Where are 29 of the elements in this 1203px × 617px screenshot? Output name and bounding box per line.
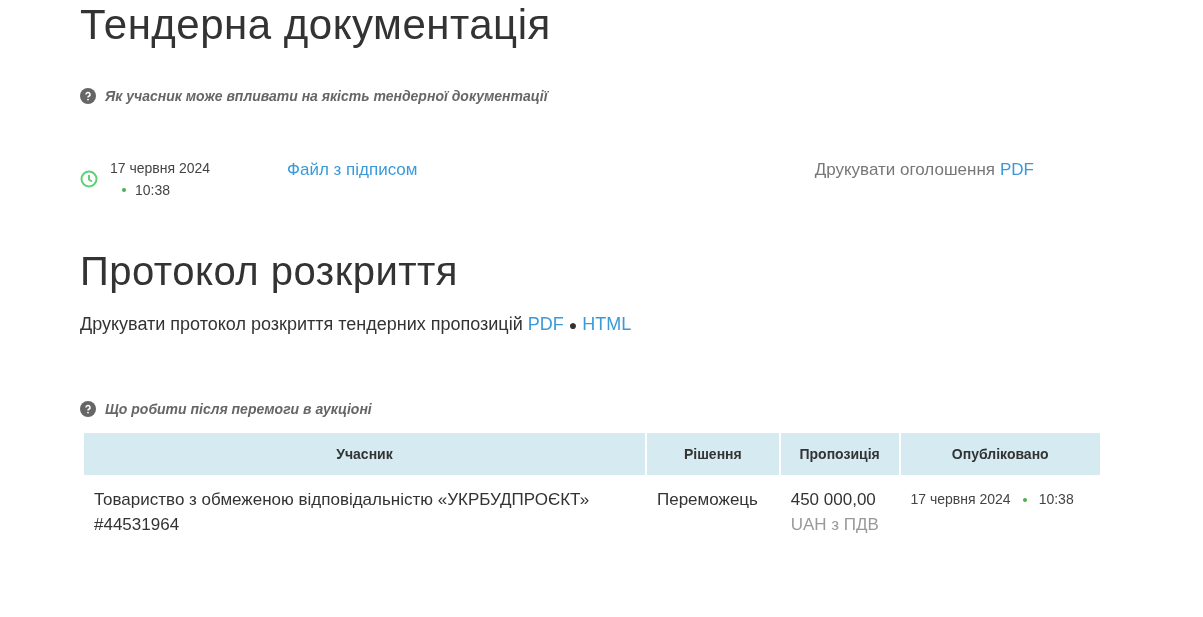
help-icon (80, 88, 96, 104)
dot-icon (122, 188, 126, 192)
published-time: 10:38 (1038, 490, 1074, 509)
column-header: Рішення (647, 433, 779, 475)
column-header: Учасник (84, 433, 645, 475)
page-title: Тендерна документація (80, 0, 552, 48)
help-icon (80, 401, 96, 417)
format-link[interactable]: PDF (527, 314, 564, 335)
print-label: Друкувати протокол розкриття тендерних пропозицій (80, 314, 523, 335)
column-header: Пропозиція (780, 433, 899, 475)
amount: 450 000,00 (790, 489, 877, 511)
document-date: 17 червня 2024 (110, 160, 211, 176)
format-link[interactable]: HTML (582, 314, 632, 335)
participant-name: Товариство з обмеженою відповідальністю «УКРБУДПРОЄКТ» (94, 489, 591, 511)
published-date: 17 червня 2024 (910, 490, 1011, 509)
column-header: Опубліковано (900, 433, 1100, 475)
section-title: Протокол розкриття (80, 248, 460, 294)
separator-icon: ● (568, 316, 578, 333)
participant-code: #44531964 (94, 514, 181, 536)
help-link[interactable]: Що робити після перемоги в аукціоні (105, 401, 372, 417)
print-label: Друкувати оголошення (814, 160, 995, 181)
currency: UAH з ПДВ (790, 514, 880, 536)
help-link[interactable]: Як учасник може впливати на якість тендерної документації (105, 88, 548, 104)
document-time: 10:38 (135, 182, 171, 198)
decision-cell-text: Переможець (656, 489, 759, 511)
signed-file-link[interactable]: Файл з підписом (287, 160, 418, 210)
dot-icon (1022, 497, 1027, 502)
pdf-link[interactable]: PDF (1000, 160, 1034, 210)
clock-icon (80, 170, 98, 188)
